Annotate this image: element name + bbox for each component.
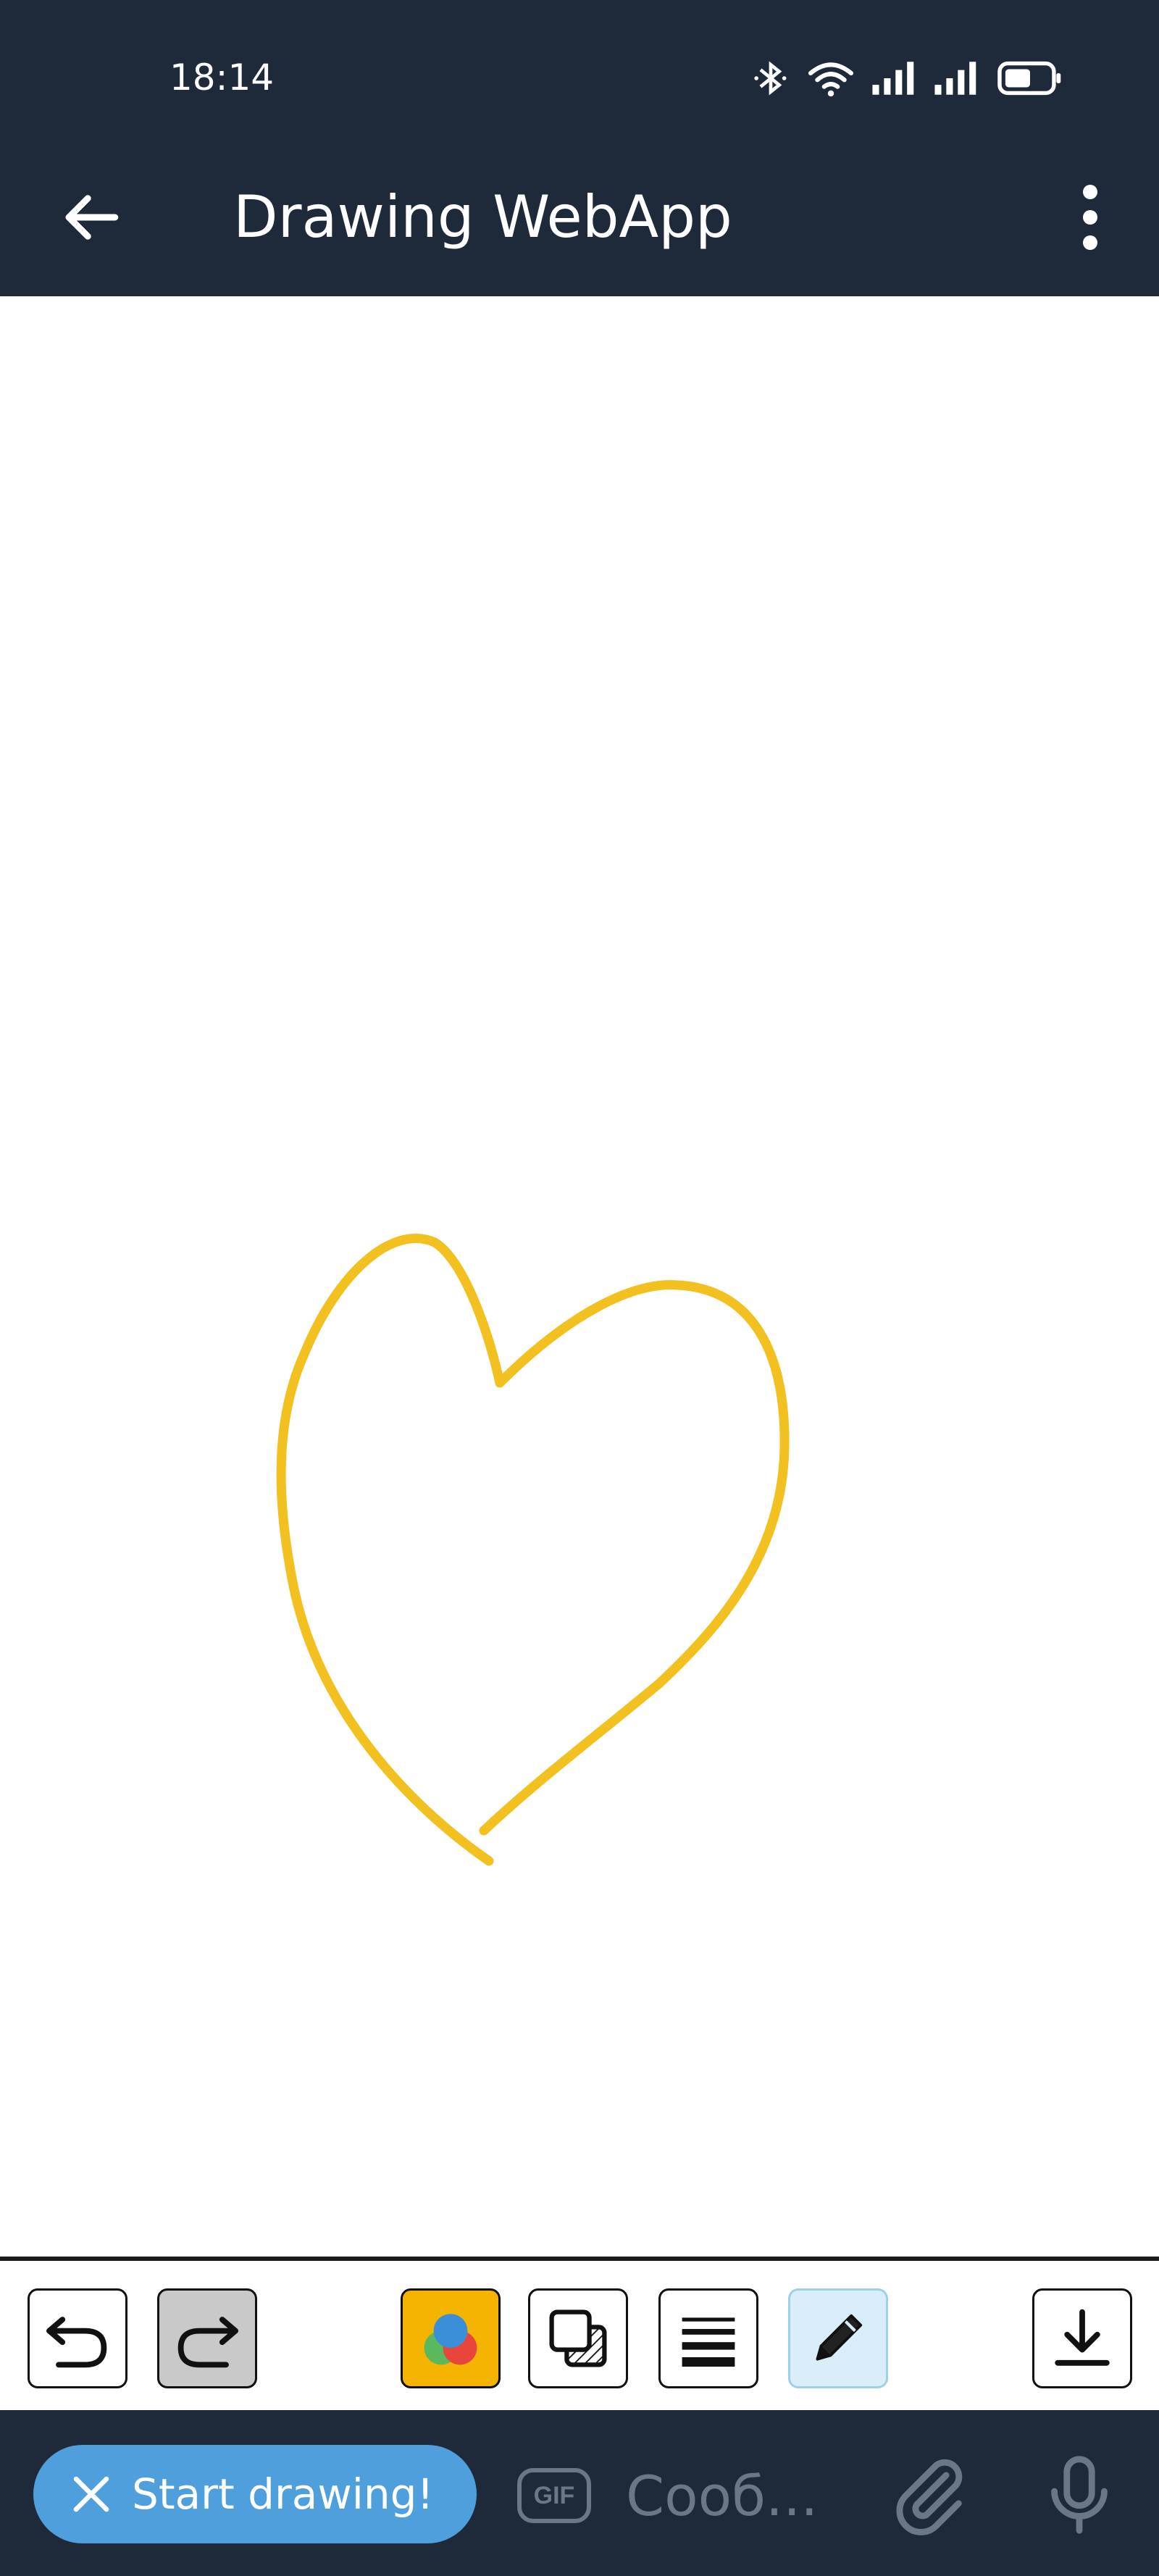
drawing-surface [276,1234,790,1866]
redo-button[interactable] [157,2288,257,2388]
heart-stroke [276,1234,790,1866]
message-input[interactable] [626,2452,865,2539]
battery-icon [997,61,1061,96]
bluetooth-icon [754,61,787,96]
drawing-toolbar [0,2257,1159,2410]
more-options-button[interactable] [1065,181,1116,254]
page-title: Drawing WebApp [233,183,732,251]
palette-icon [424,2314,477,2365]
stroke-width-icon [682,2317,735,2367]
start-drawing-label: Start drawing! [132,2470,434,2519]
back-button[interactable] [58,185,123,250]
microphone-icon [1051,2456,1108,2534]
layers-icon [549,2309,607,2367]
undo-button[interactable] [28,2288,127,2388]
start-drawing-button[interactable]: Start drawing! [33,2445,477,2543]
paperclip-icon [896,2459,963,2535]
drawing-canvas[interactable] [0,296,1159,2257]
gif-label: GIF [533,2481,575,2509]
gif-button[interactable]: GIF [517,2468,591,2523]
signal-icon [872,62,914,95]
more-vertical-icon [1083,185,1097,250]
arrow-left-icon [65,195,119,240]
microphone-button[interactable] [1043,2452,1116,2538]
bottom-bar: Start drawing! GIF [0,2410,1159,2576]
close-icon [73,2476,109,2512]
wifi-icon [808,62,854,97]
app-bar: Drawing WebApp [0,149,1159,296]
status-icons [750,58,1065,99]
redo-icon [177,2317,238,2368]
status-time: 18:14 [170,57,275,99]
stroke-width-button[interactable] [658,2288,758,2388]
layers-button[interactable] [528,2288,628,2388]
download-button[interactable] [1032,2288,1132,2388]
signal-icon [934,62,976,95]
pencil-icon [816,2314,863,2361]
pencil-tool-button[interactable] [788,2288,888,2388]
download-icon [1055,2309,1110,2366]
undo-icon [46,2317,107,2368]
attach-button[interactable] [887,2452,973,2538]
color-picker-button[interactable] [401,2288,501,2388]
status-bar: 18:14 [0,0,1159,149]
